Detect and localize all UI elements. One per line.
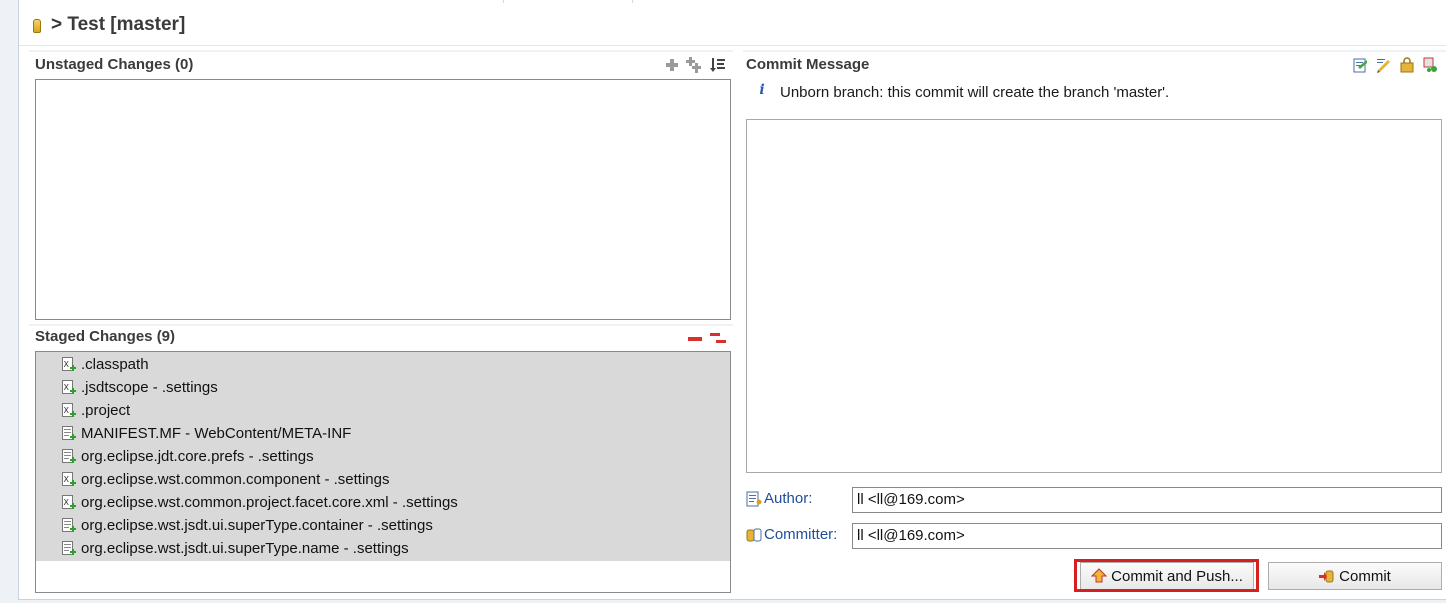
staged-file-label: org.eclipse.jdt.core.prefs - .settings xyxy=(81,448,314,465)
remove-icon[interactable] xyxy=(687,331,703,347)
svg-text:X: X xyxy=(64,406,70,415)
commit-button[interactable]: Commit xyxy=(1268,562,1442,590)
staged-file-row[interactable]: X .project xyxy=(62,399,130,422)
unborn-branch-text: Unborn branch: this commit will create t… xyxy=(780,84,1170,101)
text-file-icon xyxy=(62,448,76,465)
staged-file-row[interactable]: org.eclipse.jdt.core.prefs - .settings xyxy=(62,445,314,468)
author-label: Author: xyxy=(764,490,813,507)
staged-file-row[interactable]: org.eclipse.wst.jsdt.ui.superType.contai… xyxy=(62,514,433,537)
staged-file-label: .project xyxy=(81,402,131,419)
unborn-branch-info: i Unborn branch: this commit will create… xyxy=(754,81,1170,102)
highlight-box xyxy=(1074,559,1259,592)
staged-file-label: .classpath xyxy=(81,356,149,373)
remove-all-icon[interactable] xyxy=(710,331,726,347)
staged-file-label: org.eclipse.wst.jsdt.ui.superType.contai… xyxy=(81,517,433,534)
commit-message-title: Commit Message xyxy=(746,56,870,73)
svg-text:X: X xyxy=(64,360,70,369)
commit-section-bar xyxy=(743,50,1446,52)
unstaged-changes-title: Unstaged Changes (0) xyxy=(35,56,194,73)
staged-file-label: org.eclipse.wst.jsdt.ui.superType.name -… xyxy=(81,540,409,557)
svg-text:X: X xyxy=(64,475,70,484)
view-header: > Test [master] xyxy=(19,0,1446,46)
repository-title: > Test [master] xyxy=(51,14,186,35)
committer-label-group: Committer: xyxy=(746,526,837,543)
text-file-icon xyxy=(62,425,76,442)
add-icon[interactable] xyxy=(664,57,680,73)
staged-file-row[interactable]: X .jsdtscope - .settings xyxy=(62,376,218,399)
staged-changes-title: Staged Changes (9) xyxy=(35,328,176,345)
amend-icon[interactable] xyxy=(1352,57,1368,73)
unstaged-section-bar xyxy=(29,50,733,52)
svg-text:X: X xyxy=(64,498,70,507)
staged-file-row[interactable]: X .classpath xyxy=(62,353,149,376)
commit-icon xyxy=(1319,568,1335,584)
staged-file-row[interactable]: Xorg.eclipse.wst.common.project.facet.co… xyxy=(62,491,458,514)
staged-file-label: org.eclipse.wst.common.component - .sett… xyxy=(81,471,390,488)
text-file-icon xyxy=(62,517,76,534)
sign-off-icon[interactable] xyxy=(1376,57,1392,73)
repository-icon xyxy=(33,19,41,33)
staged-files-list[interactable]: X .classpath X .jsdtscope - .settings X .proj… xyxy=(35,351,731,593)
staged-section-bar xyxy=(29,324,733,326)
staged-file-label: MANIFEST.MF - WebContent/META-INF xyxy=(81,425,352,442)
gerrit-icon[interactable] xyxy=(1399,57,1415,73)
author-label-group: Author: xyxy=(746,490,812,507)
xml-file-icon: X xyxy=(62,379,76,396)
committer-field[interactable]: ll <ll@169.com> xyxy=(852,523,1442,549)
compare-icon[interactable] xyxy=(1423,57,1439,73)
xml-file-icon: X xyxy=(62,471,76,488)
svg-text:X: X xyxy=(64,383,70,392)
commit-message-textarea[interactable] xyxy=(746,119,1442,473)
staged-file-label: org.eclipse.wst.common.project.facet.cor… xyxy=(81,494,458,511)
staged-file-row[interactable]: MANIFEST.MF - WebContent/META-INF xyxy=(62,422,351,445)
staged-file-row[interactable]: Xorg.eclipse.wst.common.component - .set… xyxy=(62,468,389,491)
info-icon: i xyxy=(759,81,765,98)
committer-label: Committer: xyxy=(764,526,838,543)
commit-label: Commit xyxy=(1339,567,1391,585)
staged-file-label: .jsdtscope - .settings xyxy=(81,379,218,396)
text-file-icon xyxy=(62,540,76,557)
xml-file-icon: X xyxy=(62,356,76,373)
staging-view: > Test [master] Unstaged Changes (0) Sta… xyxy=(18,0,1446,600)
unstaged-files-list[interactable] xyxy=(35,79,731,320)
xml-file-icon: X xyxy=(62,402,76,419)
author-field[interactable]: ll <ll@169.com> xyxy=(852,487,1442,513)
add-all-icon[interactable] xyxy=(686,57,702,73)
committer-icon xyxy=(746,527,762,543)
staged-file-row[interactable]: org.eclipse.wst.jsdt.ui.superType.name -… xyxy=(62,537,409,560)
xml-file-icon: X xyxy=(62,494,76,511)
author-icon xyxy=(746,491,762,507)
sort-icon[interactable] xyxy=(710,57,726,73)
